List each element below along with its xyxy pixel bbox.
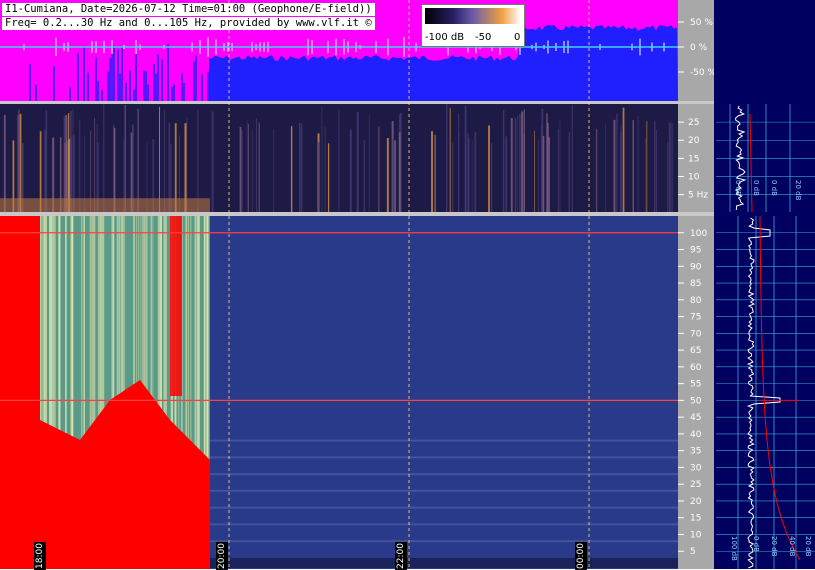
colorbar: -100 dB -50 0 [421,4,525,47]
spectrogram2-ytick-label: 30 [690,463,702,473]
spectrogram1-low-band [0,198,210,212]
side1-xtick-label: 0 dB [770,180,778,196]
spectrogram2-ytick-label: 50 [690,396,702,406]
vlf-spectrogram-screen: 50 % 0 % -50 % 5 Hz 10 15 20 25 5 10 15 20 25 30 35 40 4… [0,0,815,570]
amplitude-ytick-label: 0 % [690,43,708,53]
colorbar-gradient [425,8,521,24]
hour-label-20: 20:00 [216,542,228,570]
side1-xtick-label: 0 dB [752,180,760,196]
side1-xtick-label: 20 dB [794,180,802,201]
panel-separator-2 [0,212,714,216]
spectrogram2-ytick-label: 100 [690,229,707,239]
spectrogram1-ytick-label: 20 [688,136,700,146]
header-line-2: Freq= 0.2...30 Hz and 0...105 Hz, provid… [2,17,375,30]
amplitude-ytick-label: 50 % [690,18,713,28]
panel-separator-1 [0,101,714,104]
spectrogram2-ytick-label: 65 [690,346,701,356]
spectrogram2-ytick-label: 35 [690,447,701,457]
spectrogram2-ytick-label: 15 [690,514,701,524]
spectrogram2-ytick-label: 55 [690,380,701,390]
side-panel-background [714,0,815,569]
spectrogram2-ytick-label: 40 [690,430,702,440]
spectrogram2-ytick-label: 5 [690,547,696,557]
spectrogram2-ytick-label: 70 [690,329,702,339]
colorbar-tick-mid: -50 [475,32,492,43]
spectrogram1-ytick-label: 10 [688,172,700,182]
spectrogram1-ytick-label: 5 Hz [688,191,708,201]
side2-xtick-label: 40 dB [788,536,796,557]
hour-label-18: 18:00 [34,542,46,570]
colorbar-tick-high: 0 [514,32,521,43]
side2-xtick-label: 100 dB [730,536,738,561]
spectrogram2-red-zone [0,216,40,569]
hour-label-00: 00:00 [575,542,587,570]
spectrogram1-ytick-label: 25 [688,118,699,128]
spectrogram2-ytick-label: 10 [690,530,702,540]
spectrogram2-ytick-label: 95 [690,246,701,256]
spectrogram2-ytick-label: 75 [690,313,701,323]
spectrogram2-ytick-label: 45 [690,413,701,423]
spectrogram2-ytick-label: 90 [690,262,702,272]
spectrogram2-red-zone [170,216,182,396]
spectrogram2-low-floor [210,557,678,568]
hour-label-22: 22:00 [395,542,407,570]
spectrogram2-ytick-label: 60 [690,363,702,373]
spectrogram2-ytick-label: 25 [690,480,701,490]
spectrogram2-ytick-label: 85 [690,279,701,289]
colorbar-tick-low: -100 dB [425,32,465,43]
side2-xtick-label: 20 dB [804,536,812,557]
header-line-1: I1-Cumiana, Date=2026-07-12 Time=01:00 (… [2,3,375,16]
spectrogram2-ytick-label: 20 [690,497,702,507]
side2-xtick-label: 20 dB [770,536,778,557]
spectrogram1-ytick-label: 15 [688,154,699,164]
spectrogram2-ytick-label: 80 [690,296,702,306]
side1-xtick-label: 0 dB [734,180,742,196]
spectrogram-figure: 50 % 0 % -50 % 5 Hz 10 15 20 25 5 10 15 20 25 30 35 40 4… [0,0,815,569]
side2-xtick-label: 0 dB [752,536,760,552]
amplitude-ytick-label: -50 % [690,68,717,78]
